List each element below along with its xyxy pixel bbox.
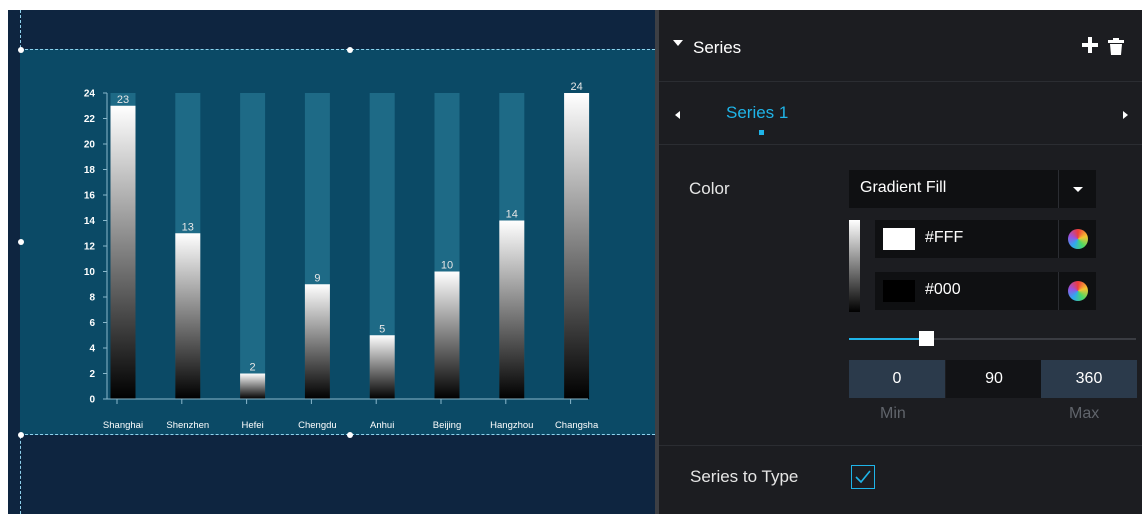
color-picker-button[interactable] [1058,220,1096,258]
angle-slider-fill [849,338,927,340]
color-value-start: #FFF [925,229,964,246]
color-swatch-start[interactable] [883,228,915,250]
canvas-edge [0,10,8,514]
color-picker-button[interactable] [1058,272,1096,310]
bar-chart: 23 Shanghai 13 Shenzhen 2 Hefei 9 Chengdu 5 Anhui… [84,81,599,431]
section-title: Series [693,38,742,57]
series-to-type-label: Series to Type [690,467,799,486]
tab-series-1[interactable]: Series 1 [726,103,788,123]
caret-down-icon[interactable] [673,40,683,46]
resize-handle-top[interactable] [347,47,353,53]
x-tick-label: Shenzhen [166,420,209,431]
bar [564,93,590,399]
chevron-right-icon[interactable] [1123,111,1128,119]
bar [110,105,136,399]
bar [369,335,395,399]
trash-icon[interactable] [1108,38,1124,55]
bar [499,220,525,399]
x-tick-label: Beijing [433,420,462,431]
range-max-value[interactable]: 360 [1041,360,1137,398]
max-label: Max [1069,405,1100,422]
y-tick-label: 4 [89,344,95,355]
y-tick-label: 0 [89,395,95,406]
bar [304,284,330,399]
resize-handle-left[interactable] [18,239,24,245]
bar [240,373,266,399]
gradient-end-color-field[interactable]: #000 [875,272,1096,310]
resize-handle-top-left[interactable] [18,47,24,53]
data-label: 24 [570,81,582,93]
color-value-end: #000 [925,281,961,298]
resize-handle-bottom-left[interactable] [18,432,24,438]
color-wheel-icon [1068,229,1088,249]
dropdown-button[interactable] [1058,170,1096,208]
y-tick-label: 2 [89,369,95,380]
color-wheel-icon [1068,281,1088,301]
fill-type-value: Gradient Fill [860,179,947,196]
y-tick-label: 12 [84,242,96,253]
color-label: Color [689,179,730,198]
x-tick-label: Hangzhou [490,420,533,431]
y-tick-label: 6 [89,318,95,329]
data-label: 9 [314,272,320,284]
background-bar [240,93,266,399]
x-tick-label: Hefei [242,420,264,431]
chart-widget[interactable]: 23 Shanghai 13 Shenzhen 2 Hefei 9 Chengdu 5 Anhui… [20,49,655,435]
section-divider [659,445,1142,446]
y-tick-label: 22 [84,114,96,125]
angle-slider-thumb[interactable] [919,331,935,346]
min-label: Min [880,405,906,422]
active-tab-indicator [759,130,764,135]
range-min-value[interactable]: 0 [849,360,945,398]
bar [175,233,201,399]
data-label: 13 [182,221,194,233]
color-swatch-end[interactable] [883,280,915,302]
x-tick-label: Chengdu [298,420,337,431]
gradient-preview [849,220,860,312]
series-to-type-checkbox[interactable] [851,465,875,489]
y-tick-label: 16 [84,191,96,202]
y-tick-label: 8 [89,293,95,304]
canvas-area[interactable]: 23 Shanghai 13 Shenzhen 2 Hefei 9 Chengdu 5 Anhui… [8,10,655,514]
gradient-start-color-field[interactable]: #FFF [875,220,1096,258]
chevron-left-icon[interactable] [675,111,680,119]
angle-input[interactable]: 90 [946,360,1042,398]
y-tick-label: 20 [84,140,96,151]
data-label: 10 [441,260,453,272]
series-section-header[interactable]: Series [659,10,1142,82]
x-tick-label: Changsha [555,420,599,431]
series-panel: Series Series 1 Color Gradient Fill #FFF… [659,10,1142,514]
data-label: 2 [250,362,256,374]
y-tick-label: 14 [84,216,96,227]
y-tick-label: 24 [84,89,96,100]
y-tick-label: 10 [84,267,96,278]
data-label: 14 [506,209,518,221]
data-label: 5 [379,323,385,335]
plus-icon[interactable] [1082,37,1098,53]
fill-type-select[interactable]: Gradient Fill [849,170,1096,208]
y-tick-label: 18 [84,165,96,176]
checkmark-icon [855,470,871,484]
chevron-down-icon [1073,187,1083,192]
bar [434,271,460,399]
x-tick-label: Shanghai [103,420,143,431]
data-label: 23 [117,94,129,106]
x-tick-label: Anhui [370,420,394,431]
resize-handle-bottom[interactable] [347,432,353,438]
series-tabs: Series 1 [659,83,1142,145]
